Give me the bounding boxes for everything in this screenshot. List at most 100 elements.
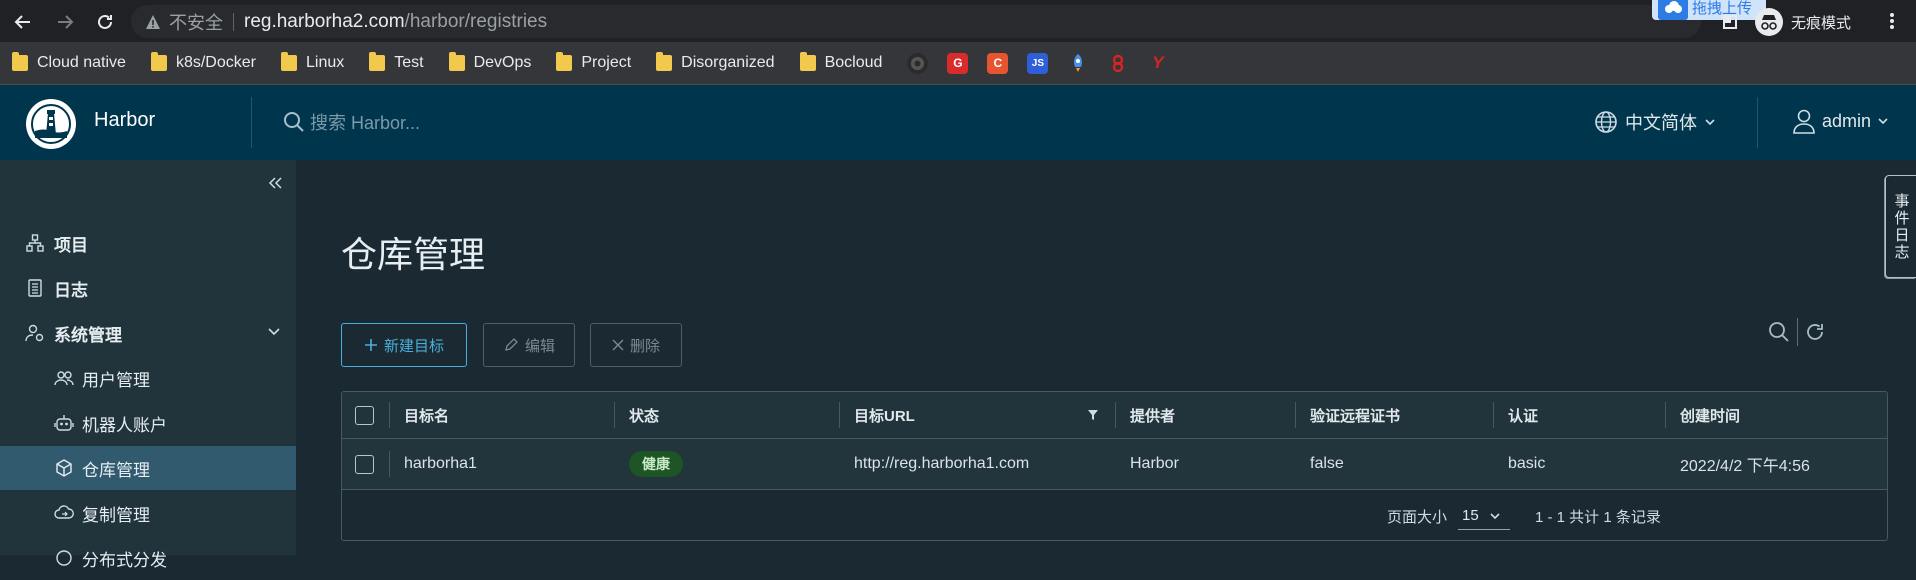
new-endpoint-button[interactable]: 新建目标 (341, 323, 467, 367)
column-divider (1295, 402, 1296, 428)
admin-icon (25, 324, 44, 342)
replication-icon (54, 505, 74, 519)
bookmark-folder[interactable]: Linux (280, 52, 344, 72)
column-header-provider[interactable]: 提供者 (1130, 392, 1175, 438)
column-divider (614, 402, 615, 428)
sidebar: 项目 日志 系统管理 用户管理 机器人账户 仓库管理 复制管理 分布式分发 (0, 160, 296, 570)
header-divider (251, 97, 252, 148)
insecure-label: 不安全 (169, 12, 223, 33)
projects-icon (26, 234, 44, 252)
row-url: http://reg.harborha1.com (854, 455, 1030, 472)
collapse-sidebar-button[interactable] (264, 172, 286, 194)
bookmark-folder[interactable]: DevOps (448, 52, 531, 72)
bookmark-folder[interactable]: Cloud native (12, 52, 126, 72)
folder-icon (656, 52, 673, 71)
reload-button[interactable] (92, 9, 118, 35)
registries-table: 目标名 状态 目标URL 提供者 验证远程证书 认证 创建时间 harborha… (341, 391, 1888, 541)
rocket-icon[interactable] (1067, 53, 1088, 74)
language-label: 中文简体 (1625, 113, 1697, 133)
drag-upload-button[interactable]: 拖拽上传 (1652, 0, 1766, 20)
arrow-left-icon (14, 15, 30, 29)
chevron-down-icon (1490, 512, 1500, 519)
table-row[interactable]: harborha1 健康 http://reg.harborha1.com Ha… (342, 438, 1887, 490)
sidebar-item-registries[interactable]: 仓库管理 (0, 446, 296, 490)
filter-icon[interactable] (1087, 409, 1099, 421)
select-all-checkbox[interactable] (355, 392, 374, 438)
close-icon (612, 339, 624, 351)
row-verify-cert: false (1310, 455, 1344, 472)
page-size-select[interactable]: 15 (1458, 502, 1510, 530)
record-count: 1 - 1 共计 1 条记录 (1535, 508, 1661, 526)
refresh-icon[interactable] (1804, 321, 1826, 343)
sidebar-item-distribution[interactable]: 分布式分发 (0, 536, 296, 580)
bookmark-folder[interactable]: Disorganized (656, 52, 775, 72)
column-header-url[interactable]: 目标URL (854, 392, 915, 438)
back-button[interactable] (10, 9, 36, 35)
js-icon[interactable]: JS (1027, 52, 1049, 74)
table-header: 目标名 状态 目标URL 提供者 验证远程证书 认证 创建时间 (342, 392, 1887, 438)
column-header-status[interactable]: 状态 (629, 392, 659, 438)
column-header-auth[interactable]: 认证 (1508, 392, 1538, 438)
column-header-created[interactable]: 创建时间 (1680, 392, 1740, 438)
harbor-logo-icon[interactable] (26, 99, 76, 149)
delete-button[interactable]: 删除 (590, 323, 682, 367)
y-icon[interactable]: Y (1147, 53, 1168, 74)
sidebar-item-projects[interactable]: 项目 (0, 221, 296, 265)
extensions-button[interactable] (1717, 9, 1743, 35)
forward-button[interactable] (52, 9, 78, 35)
sidebar-item-logs[interactable]: 日志 (0, 266, 296, 310)
bookmark-folder[interactable]: k8s/Docker (150, 52, 256, 72)
folder-icon (12, 52, 28, 71)
c-icon[interactable]: C (987, 52, 1009, 74)
browser-menu-icon[interactable] (1882, 11, 1902, 31)
event-log-label: 事件日志 (1892, 192, 1910, 261)
address-bar[interactable]: 不安全 reg.harborha2.com /harbor/registries (131, 5, 1701, 38)
incognito-indicator[interactable]: 无痕模式 (1755, 8, 1851, 36)
chevron-down-icon (1705, 119, 1715, 126)
sidebar-item-users[interactable]: 用户管理 (0, 356, 296, 400)
event-log-tab[interactable]: 事件日志 (1885, 175, 1916, 278)
global-search[interactable]: 搜索 Harbor... (282, 109, 420, 135)
sidebar-item-robot-accounts[interactable]: 机器人账户 (0, 401, 296, 445)
warning-icon[interactable] (145, 14, 161, 30)
url-host: reg.harborha2.com (244, 10, 405, 32)
arrow-right-icon (58, 15, 74, 29)
logo-red-icon[interactable] (1107, 53, 1128, 74)
column-divider (839, 402, 840, 428)
url-separator (233, 12, 234, 31)
pencil-icon (505, 338, 518, 351)
page-size-label: 页面大小 (1387, 508, 1448, 526)
brand-name[interactable]: Harbor (94, 109, 155, 132)
edit-button[interactable]: 编辑 (483, 323, 575, 367)
language-selector[interactable]: 中文简体 (1594, 109, 1716, 135)
user-menu[interactable]: admin (1792, 108, 1889, 134)
chevron-down-icon (1878, 118, 1888, 125)
search-placeholder[interactable]: 搜索 Harbor... (310, 109, 420, 135)
chevron-down-icon[interactable] (266, 323, 282, 339)
incognito-icon (1755, 8, 1783, 36)
sidebar-item-admin[interactable]: 系统管理 (0, 311, 296, 355)
folder-icon (448, 52, 465, 71)
row-name: harborha1 (404, 455, 477, 472)
sidebar-item-replications[interactable]: 复制管理 (0, 491, 296, 535)
column-header-name[interactable]: 目标名 (404, 392, 449, 438)
column-divider (389, 402, 390, 428)
github-icon[interactable] (907, 52, 929, 74)
browser-toolbar: 不安全 reg.harborha2.com /harbor/registries… (0, 0, 1916, 42)
folder-icon (799, 52, 816, 71)
bookmark-folder[interactable]: Test (369, 52, 424, 72)
row-checkbox[interactable] (355, 439, 374, 489)
search-icon (284, 112, 304, 132)
bookmark-folder[interactable]: Bocloud (799, 52, 882, 72)
column-divider (1665, 402, 1666, 428)
search-icon[interactable] (1767, 320, 1791, 344)
g-icon[interactable]: G (947, 52, 969, 74)
bookmark-folder[interactable]: Project (556, 52, 631, 72)
double-chevron-left-icon (268, 177, 282, 189)
globe-icon (1595, 111, 1617, 133)
bookmarks-bar: Cloud native k8s/Docker Linux Test DevOp… (0, 42, 1916, 85)
app-header: Harbor 搜索 Harbor... 中文简体 admin (0, 85, 1916, 160)
column-divider (1493, 402, 1494, 428)
row-auth: basic (1508, 455, 1546, 472)
column-header-verify-cert[interactable]: 验证远程证书 (1310, 392, 1400, 438)
